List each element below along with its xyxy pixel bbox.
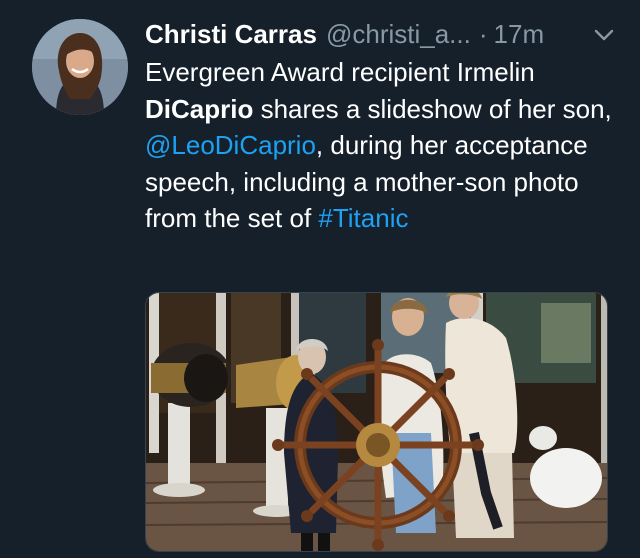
tweet-text: Evergreen Award recipient Irmelin DiCapr…: [145, 54, 615, 237]
author-display-name[interactable]: Christi Carras: [145, 19, 317, 50]
author-handle[interactable]: @christi_a...: [326, 19, 471, 50]
tweet-text-segment: shares a slideshow of her son,: [253, 93, 612, 124]
tweet-timestamp[interactable]: 17m: [494, 19, 545, 50]
separator-dot: ·: [478, 18, 488, 49]
profile-photo-icon: [32, 19, 128, 115]
mention-link[interactable]: @LeoDiCaprio: [145, 130, 316, 160]
avatar[interactable]: [32, 19, 128, 115]
hashtag-link[interactable]: #Titanic: [318, 203, 408, 233]
tweet-text-segment: Evergreen Award recipient Irmelin: [145, 57, 535, 87]
tweet-header: Christi Carras @christi_a... · 17m: [145, 17, 616, 51]
tweet-text-bold: DiCaprio: [145, 93, 254, 124]
photo-ship-wheel-icon: [146, 293, 607, 551]
tweet[interactable]: Christi Carras @christi_a... · 17m Everg…: [0, 0, 640, 558]
tweet-media[interactable]: [145, 292, 608, 552]
chevron-down-icon[interactable]: [592, 23, 616, 47]
